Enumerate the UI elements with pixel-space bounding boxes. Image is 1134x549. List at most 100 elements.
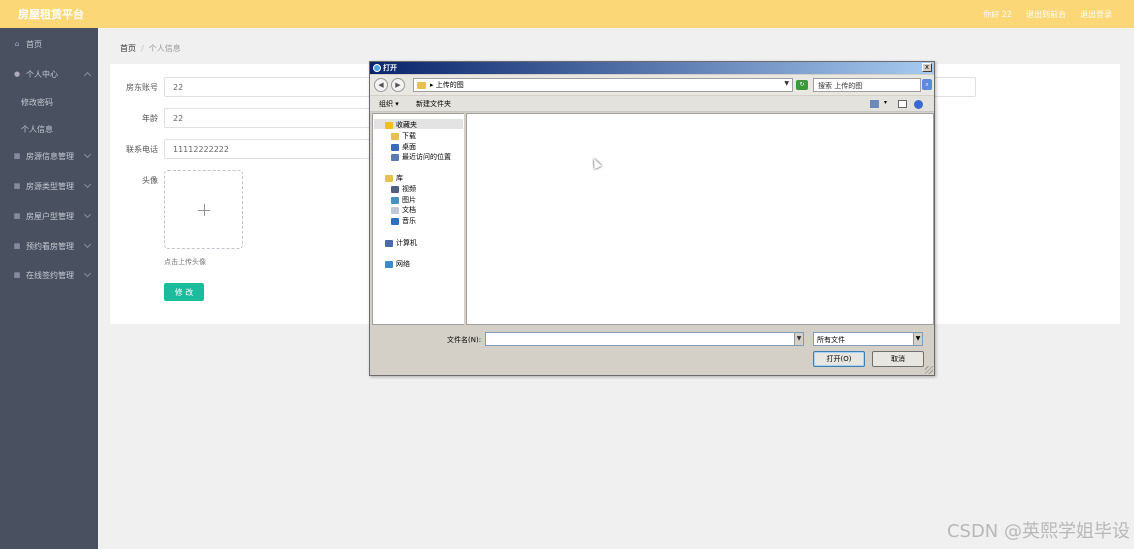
tree-pictures[interactable]: 图片 [391,195,416,205]
address-row: ◀ ▶ ▸ 上传的图 ▼ ↻ 搜索 上传的图 ⌕ [370,75,934,95]
tree-label: 库 [396,174,403,182]
picture-icon [391,196,399,204]
tree-label: 网络 [396,260,410,268]
plus-icon-vertical [204,204,205,216]
sidebar-item-viewing[interactable]: ▦ 预约看房管理 [0,235,98,257]
star-icon [385,121,393,129]
logout-link[interactable]: 退出登录 [1080,9,1112,20]
chevron-down-icon [83,240,92,249]
filename-input[interactable] [485,332,804,346]
help-icon[interactable] [914,100,923,109]
refresh-icon[interactable]: ↻ [796,80,808,90]
filename-label: 文件名(N): [447,336,482,344]
document-icon [391,206,399,214]
chevron-down-icon [83,150,92,159]
music-icon [391,217,399,225]
grid-icon: ▦ [13,271,21,279]
view-mode-icon[interactable] [870,100,879,108]
search-input[interactable]: 搜索 上传的图 [813,78,921,92]
tree-library[interactable]: 库 [385,173,403,183]
home-icon: ⌂ [14,40,20,48]
chevron-down-icon [83,269,92,278]
filename-dropdown-icon[interactable]: ▼ [794,333,803,345]
address-bar[interactable]: ▸ 上传的图 ▼ [413,78,793,92]
sidebar-item-label: 在线签约管理 [26,270,74,280]
file-list-pane[interactable] [466,113,934,325]
sidebar-item-label: 首页 [26,39,42,49]
video-icon [391,185,399,193]
new-folder-button[interactable]: 新建文件夹 [416,99,451,109]
sidebar-item-house-info[interactable]: ▦ 房源信息管理 [0,145,98,167]
tree-label: 计算机 [396,239,417,247]
sidebar-sub-personal-info[interactable]: 个人信息 [21,124,53,135]
address-path: ▸ 上传的图 [430,81,464,89]
tree-label: 下载 [402,132,416,140]
forward-arrow-icon[interactable]: ▶ [391,78,405,92]
sidebar-item-house-type[interactable]: ▦ 房源类型管理 [0,175,98,197]
filetype-select[interactable]: 所有文件 ▼ [813,332,923,346]
view-dropdown-icon[interactable]: ▾ [884,99,887,106]
organize-button[interactable]: 组织 ▾ [379,99,399,109]
preview-pane-icon[interactable] [898,100,907,108]
chevron-up-icon [83,71,92,80]
back-to-front-link[interactable]: 退出到前台 [1026,9,1066,20]
sidebar-item-label: 房源类型管理 [26,181,74,191]
breadcrumb-current: 个人信息 [148,44,181,53]
tree-computer[interactable]: 计算机 [385,238,417,248]
filetype-dropdown-icon[interactable]: ▼ [913,333,922,345]
top-bar: 房屋租赁平台 你好 22 退出到前台 退出登录 [0,0,1134,28]
dialog-title: 打开 [383,64,397,72]
tree-label: 文档 [402,206,416,214]
sidebar-item-personal-center[interactable]: ● 个人中心 [0,63,98,85]
tree-label: 视频 [402,185,416,193]
sidebar-item-floor-plan[interactable]: ▦ 房屋户型管理 [0,205,98,227]
tree-network[interactable]: 网络 [385,259,410,269]
age-label: 年龄 [142,114,158,123]
avatar-label: 头像 [142,176,158,185]
command-bar: 组织 ▾ 新建文件夹 ▾ [370,96,934,112]
navigation-pane: 收藏夹 下载 桌面 最近访问的位置 库 视频 图片 文档 音乐 计算机 网络 [372,113,465,325]
resize-grip-icon[interactable] [925,366,933,374]
tree-videos[interactable]: 视频 [391,184,416,194]
tree-label: 收藏夹 [396,121,417,129]
download-icon [391,132,399,140]
computer-icon [385,239,393,247]
tree-downloads[interactable]: 下载 [391,131,416,141]
back-arrow-icon[interactable]: ◀ [374,78,388,92]
search-icon[interactable]: ⌕ [922,79,932,90]
network-icon [385,260,393,268]
sidebar-sub-change-password[interactable]: 修改密码 [21,97,53,108]
modify-button[interactable]: 修 改 [164,283,204,301]
tree-recent[interactable]: 最近访问的位置 [391,152,451,162]
breadcrumb-home[interactable]: 首页 [120,44,136,53]
avatar-upload[interactable] [164,170,243,249]
greeting-text: 你好 22 [983,10,1012,19]
sidebar-item-label: 预约看房管理 [26,241,74,251]
age-input[interactable] [164,108,374,128]
brand-title: 房屋租赁平台 [18,8,84,21]
tree-label: 桌面 [402,143,416,151]
breadcrumb-separator: / [141,44,144,53]
tree-label: 音乐 [402,217,416,225]
open-button[interactable]: 打开(O) [813,351,865,367]
sidebar-item-label: 个人中心 [26,69,58,79]
grid-icon: ▦ [13,212,21,220]
upload-hint: 点击上传头像 [164,258,206,266]
user-icon: ● [13,70,21,78]
watermark-text: CSDN @英熙学姐毕设 [946,521,1130,542]
cancel-button[interactable]: 取消 [872,351,924,367]
phone-input[interactable] [164,139,374,159]
dropdown-arrow-icon[interactable]: ▼ [784,80,789,87]
tree-desktop[interactable]: 桌面 [391,142,416,152]
tree-favorites[interactable]: 收藏夹 [385,120,417,130]
phone-label: 联系电话 [126,145,158,154]
tree-music[interactable]: 音乐 [391,216,416,226]
app-icon [373,64,381,72]
dialog-title-bar[interactable]: 打开 x [370,62,934,74]
sidebar: ⌂ 首页 ● 个人中心 修改密码 个人信息 ▦ 房源信息管理 ▦ 房源类型管理 … [0,28,98,549]
sidebar-item-contract[interactable]: ▦ 在线签约管理 [0,264,98,286]
sidebar-item-home[interactable]: ⌂ 首页 [0,33,98,55]
close-icon[interactable]: x [922,63,932,72]
tree-documents[interactable]: 文档 [391,205,416,215]
sidebar-item-label: 房源信息管理 [26,151,74,161]
